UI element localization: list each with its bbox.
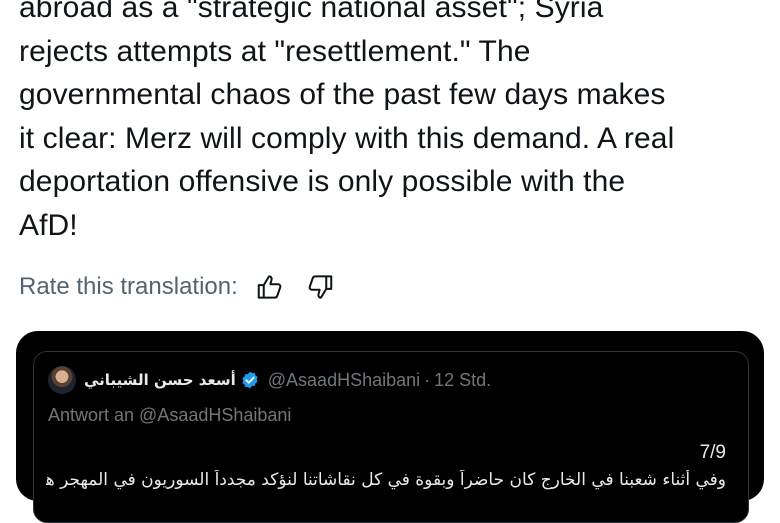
tweet-line: AfD!: [19, 208, 78, 242]
tweet-line: abroad as a "strategic national asset"; …: [19, 0, 604, 24]
thumbs-down-button[interactable]: [302, 269, 338, 305]
author-name[interactable]: أسعد حسن الشيباني: [84, 371, 236, 389]
tweet-line: rejects attempts at "resettlement." The: [19, 34, 531, 68]
rate-translation-label: Rate this translation:: [19, 273, 238, 300]
quoted-image-card[interactable]: أسعد حسن الشيباني @AsaadHShaibani · 12 S…: [16, 331, 764, 523]
quoted-tweet-body: وفي أثناء شعبنا في الخارج كان حاضراً وبق…: [46, 470, 726, 490]
tweet-line: it clear: Merz will comply with this dem…: [19, 121, 675, 155]
tweet-line: governmental chaos of the past few days …: [19, 78, 666, 112]
reply-to-text: Antwort an @AsaadHShaibani: [48, 405, 292, 425]
separator-dot: ·: [424, 369, 431, 390]
rate-translation-row: Rate this translation:: [19, 268, 338, 306]
thumbs-up-icon: [257, 275, 282, 299]
tweet-line: deportation offensive is only possible w…: [19, 165, 626, 199]
translated-tweet-text: abroad as a "strategic national asset"; …: [19, 0, 774, 248]
thumbs-down-icon: [308, 275, 333, 299]
thread-counter: 7/9: [699, 442, 726, 463]
timestamp[interactable]: 12 Std.: [434, 370, 491, 391]
quoted-tweet[interactable]: أسعد حسن الشيباني @AsaadHShaibani · 12 S…: [33, 351, 749, 523]
quoted-tweet-header: أسعد حسن الشيباني @AsaadHShaibani · 12 S…: [48, 365, 491, 395]
verified-badge-icon: [242, 371, 258, 389]
thumbs-up-button[interactable]: [252, 269, 288, 305]
avatar[interactable]: [48, 366, 76, 394]
author-handle[interactable]: @AsaadHShaibani: [268, 370, 420, 391]
